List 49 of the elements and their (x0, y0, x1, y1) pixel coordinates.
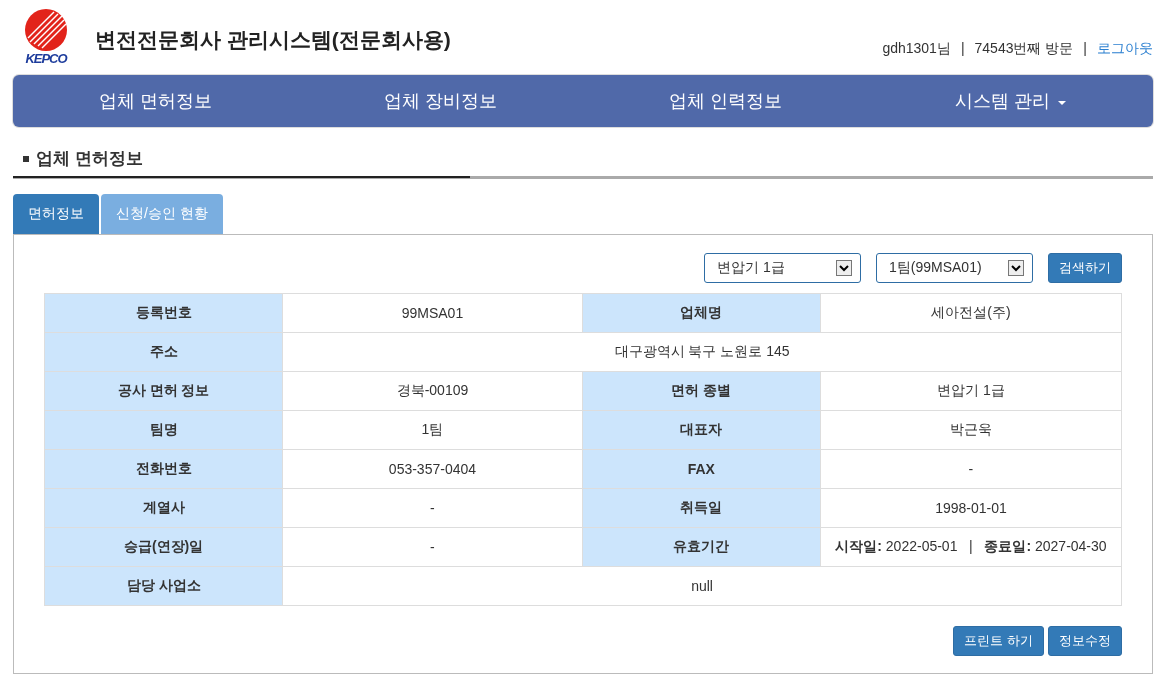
field-value: null (282, 566, 1122, 606)
field-label: 면허 종별 (582, 371, 821, 411)
field-label: 공사 면허 정보 (44, 371, 283, 411)
action-button[interactable]: 프린트 하기 (953, 626, 1044, 656)
field-value: 시작일: 2022-05-01 | 종료일: 2027-04-30 (820, 527, 1122, 567)
field-value: 변압기 1급 (820, 371, 1122, 411)
nav-menu-item[interactable]: 업체 인력정보 (583, 89, 868, 113)
field-value: 대구광역시 북구 노원로 145 (282, 332, 1122, 372)
field-label: 계열사 (44, 488, 283, 528)
chevron-down-icon (836, 260, 852, 276)
caret-icon (1058, 100, 1066, 105)
visit-count: 74543번째 방문 (974, 40, 1074, 58)
field-value: 99MSA01 (282, 293, 583, 333)
field-label: 유효기간 (582, 527, 821, 567)
field-value: 박근욱 (820, 410, 1122, 450)
field-value: - (282, 527, 583, 567)
page-title: 업체 면허정보 (13, 147, 470, 178)
action-button[interactable]: 정보수정 (1048, 626, 1122, 656)
chevron-down-icon (1008, 260, 1024, 276)
nav-menu-item[interactable]: 시스템 관리 (868, 89, 1153, 113)
user-name: gdh1301님 (882, 40, 951, 58)
field-label: 팀명 (44, 410, 283, 450)
logout-link[interactable]: 로그아웃 (1097, 40, 1153, 58)
field-value: - (282, 488, 583, 528)
kepco-logo: KEPCO (13, 8, 79, 66)
field-value: 1팀 (282, 410, 583, 450)
separator: | (960, 40, 965, 58)
field-label: 등록번호 (44, 293, 283, 333)
search-button[interactable]: 검색하기 (1048, 253, 1122, 283)
field-value: 경북-00109 (282, 371, 583, 411)
nav-menu-item[interactable]: 업체 면허정보 (13, 89, 298, 113)
field-value: 세아전설(주) (820, 293, 1122, 333)
dropdown-select[interactable]: 1팀(99MSA01) (876, 253, 1033, 283)
system-title: 변전전문회사 관리시스템(전문회사용) (95, 27, 451, 53)
dropdown-select[interactable]: 변압기 1급 (704, 253, 861, 283)
field-label: 담당 사업소 (44, 566, 283, 606)
field-label: 전화번호 (44, 449, 283, 489)
field-value: 1998-01-01 (820, 488, 1122, 528)
field-label: 대표자 (582, 410, 821, 450)
tab[interactable]: 면허정보 (13, 194, 99, 234)
field-label: 승급(연장)일 (44, 527, 283, 567)
field-label: FAX (582, 449, 821, 489)
field-label: 주소 (44, 332, 283, 372)
field-value: 053-357-0404 (282, 449, 583, 489)
separator: | (1083, 40, 1087, 58)
nav-menu-item[interactable]: 업체 장비정보 (298, 89, 583, 113)
field-label: 취득일 (582, 488, 821, 528)
field-label: 업체명 (582, 293, 821, 333)
field-value: - (820, 449, 1122, 489)
